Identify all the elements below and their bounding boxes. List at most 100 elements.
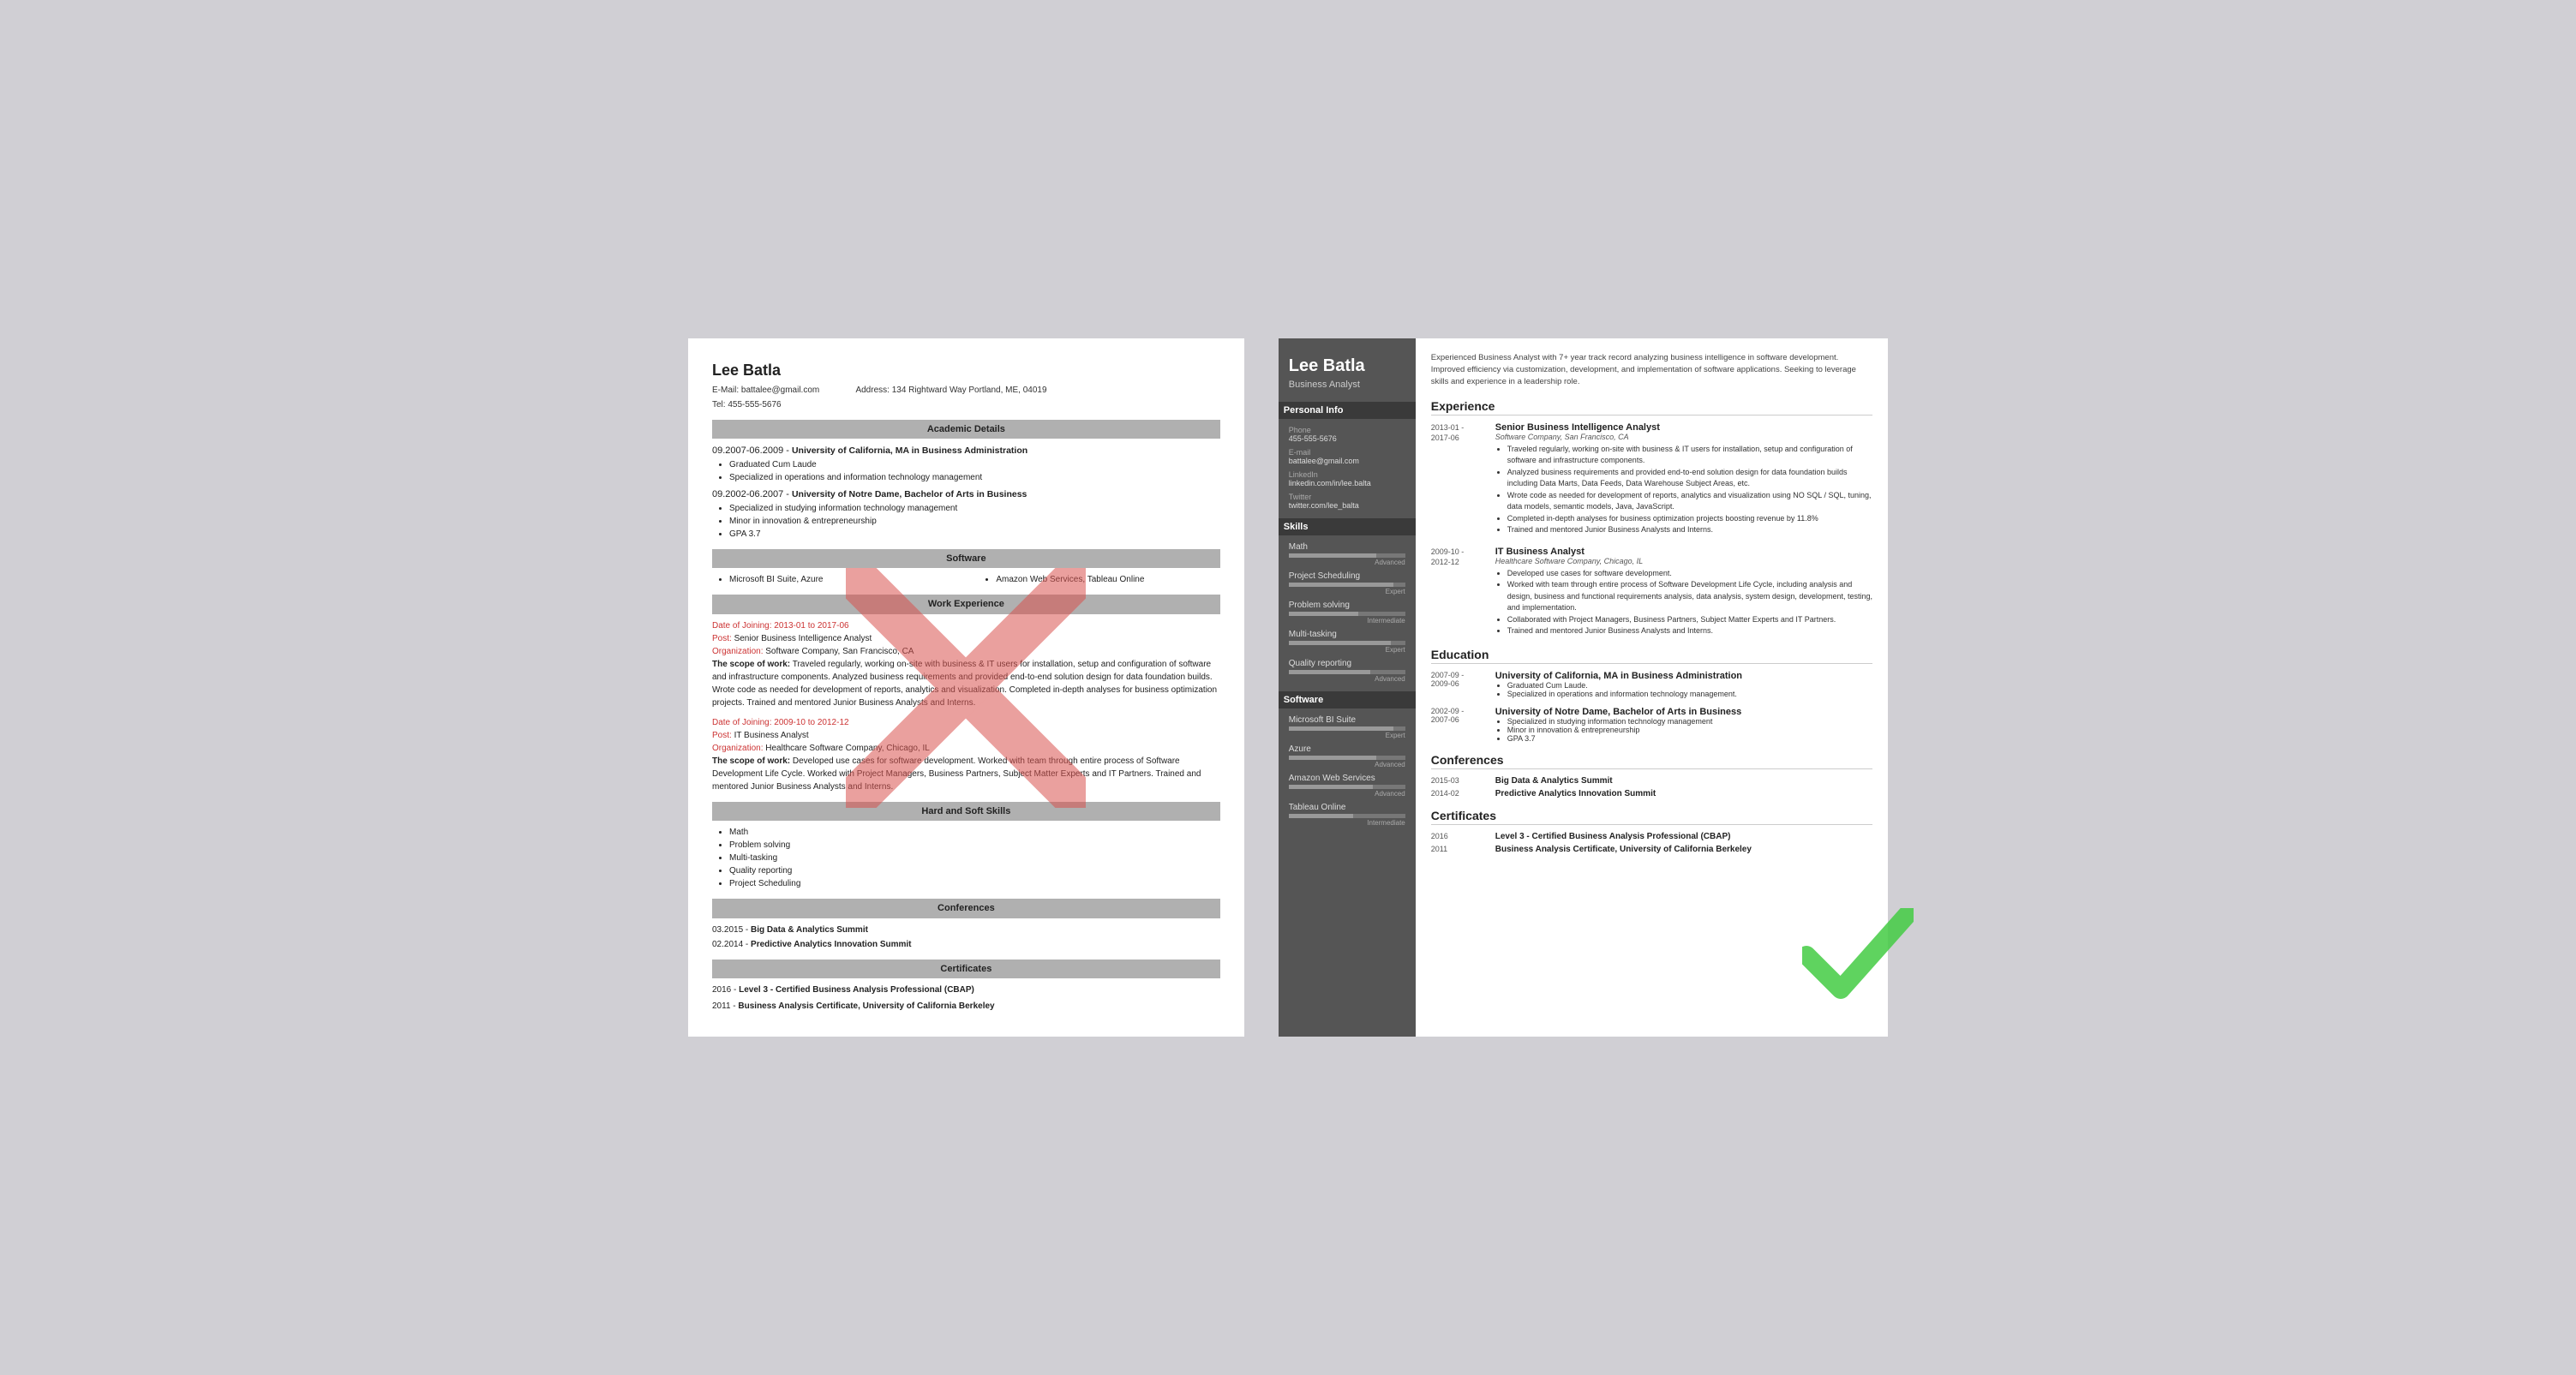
exp-entry-2: 2009-10 - 2012-12 IT Business Analyst He… bbox=[1431, 547, 1872, 637]
left-conf-title: Conferences bbox=[712, 899, 1220, 918]
skill-name-4: Quality reporting bbox=[1289, 659, 1405, 668]
edu2-school: University of Notre Dame, Bachelor of Ar… bbox=[1495, 707, 1742, 717]
exp1-from: 2013-01 - bbox=[1431, 422, 1487, 433]
skill4: Quality reporting bbox=[729, 864, 1220, 877]
exp1-b5: Trained and mentored Junior Business Ana… bbox=[1507, 524, 1872, 536]
right-conf2-date: 2014-02 bbox=[1431, 789, 1487, 798]
exp1-b4: Completed in-depth analyses for business… bbox=[1507, 513, 1872, 525]
edu2-degree: University of Notre Dame, Bachelor of Ar… bbox=[792, 489, 1027, 499]
edu2-b1: Specialized in studying information tech… bbox=[729, 502, 1220, 515]
left-cert-title: Certificates bbox=[712, 960, 1220, 979]
left-work-title: Work Experience bbox=[712, 595, 1220, 614]
software-item-1: Azure Advanced bbox=[1289, 744, 1405, 768]
left-contact: E-Mail: battalee@gmail.com Address: 134 … bbox=[712, 384, 1220, 397]
left-name: Lee Batla bbox=[712, 359, 1220, 382]
edu1-right-detail: University of California, MA in Business… bbox=[1495, 671, 1742, 698]
edu2-rb1: Specialized in studying information tech… bbox=[1507, 717, 1742, 726]
left-conf-1: 03.2015 - Big Data & Analytics Summit bbox=[712, 924, 1220, 936]
edu-right-1: 2007-09 - 2009-06 University of Californ… bbox=[1431, 671, 1872, 698]
conf1-name: Big Data & Analytics Summit bbox=[751, 925, 868, 935]
skill-bar-fill-3 bbox=[1289, 641, 1392, 645]
skill-bar-bg-1 bbox=[1289, 583, 1405, 587]
exp2-b2: Worked with team through entire process … bbox=[1507, 579, 1872, 614]
software-item-3: Tableau Online Intermediate bbox=[1289, 803, 1405, 827]
edu2-right-dates: 2002-09 - 2007-06 bbox=[1431, 707, 1487, 743]
edu1-rb2: Specialized in operations and informatio… bbox=[1507, 690, 1742, 698]
left-tel: Tel: 455-555-5676 bbox=[712, 398, 1220, 411]
right-cert1-year: 2016 bbox=[1431, 832, 1487, 841]
cert1-year: 2016 bbox=[712, 985, 731, 995]
cert-section-title: Certificates bbox=[1431, 809, 1872, 825]
sidebar-title: Business Analyst bbox=[1289, 380, 1405, 390]
work-entry-1: Date of Joining: 2013-01 to 2017-06 Post… bbox=[712, 619, 1220, 709]
work2-post: Post: IT Business Analyst bbox=[712, 729, 1220, 742]
work1-scope: The scope of work: Traveled regularly, w… bbox=[712, 658, 1220, 709]
exp1-to: 2017-06 bbox=[1431, 433, 1487, 444]
right-conf-2: 2014-02 Predictive Analytics Innovation … bbox=[1431, 789, 1872, 798]
left-academic-title: Academic Details bbox=[712, 420, 1220, 439]
skill-bar-bg-2 bbox=[1289, 612, 1405, 616]
sidebar-name: Lee Batla bbox=[1289, 356, 1405, 376]
skill-level-4: Advanced bbox=[1289, 675, 1405, 683]
software-bar-bg-2 bbox=[1289, 785, 1405, 789]
left-conf-2: 02.2014 - Predictive Analytics Innovatio… bbox=[712, 938, 1220, 951]
software-level-3: Intermediate bbox=[1289, 819, 1405, 827]
cert1-name: Level 3 - Certified Business Analysis Pr… bbox=[739, 985, 974, 995]
edu1-b2: Specialized in operations and informatio… bbox=[729, 471, 1220, 484]
main-container: Lee Batla E-Mail: battalee@gmail.com Add… bbox=[688, 338, 1888, 1037]
skill-bar-fill-2 bbox=[1289, 612, 1359, 616]
twitter-label: Twitter bbox=[1289, 493, 1405, 501]
work2-scope: The scope of work: Developed use cases f… bbox=[712, 755, 1220, 793]
software-bar-fill-2 bbox=[1289, 785, 1373, 789]
software-name-2: Amazon Web Services bbox=[1289, 774, 1405, 783]
conf2-name: Predictive Analytics Innovation Summit bbox=[751, 940, 911, 949]
sidebar-software-header: Software bbox=[1279, 691, 1416, 708]
skill-item-3: Multi-tasking Expert bbox=[1289, 630, 1405, 654]
conf-section-title: Conferences bbox=[1431, 753, 1872, 769]
edu1-right-to: 2009-06 bbox=[1431, 679, 1487, 688]
exp-entry-1: 2013-01 - 2017-06 Senior Business Intell… bbox=[1431, 422, 1872, 536]
skill-name-3: Multi-tasking bbox=[1289, 630, 1405, 639]
skill-bar-fill-1 bbox=[1289, 583, 1393, 587]
skill-name-2: Problem solving bbox=[1289, 601, 1405, 610]
cert2-name: Business Analysis Certificate, Universit… bbox=[738, 1001, 994, 1011]
skill-level-3: Expert bbox=[1289, 646, 1405, 654]
edu1-rb1: Graduated Cum Laude. bbox=[1507, 681, 1742, 690]
software-item-2: Amazon Web Services Advanced bbox=[1289, 774, 1405, 798]
conf1-date: 03.2015 bbox=[712, 925, 743, 935]
linkedin-label: LinkedIn bbox=[1289, 470, 1405, 479]
exp2-bullets: Developed use cases for software develop… bbox=[1507, 568, 1872, 637]
edu-entry-2: 09.2002-06.2007 - University of Notre Da… bbox=[712, 487, 1220, 541]
edu2-right-from: 2002-09 - bbox=[1431, 707, 1487, 715]
exp1-b2: Analyzed business requirements and provi… bbox=[1507, 467, 1872, 490]
edu1-school: University of California, MA in Business… bbox=[1495, 671, 1742, 681]
sidebar: Lee Batla Business Analyst Personal Info… bbox=[1279, 338, 1416, 1037]
skill-level-1: Expert bbox=[1289, 588, 1405, 595]
resume-left: Lee Batla E-Mail: battalee@gmail.com Add… bbox=[688, 338, 1244, 1037]
edu2-right-to: 2007-06 bbox=[1431, 715, 1487, 724]
software-bar-bg-3 bbox=[1289, 814, 1405, 818]
left-cert-1: 2016 - Level 3 - Certified Business Anal… bbox=[712, 983, 1220, 996]
left-software-cols: Microsoft BI Suite, Azure Amazon Web Ser… bbox=[712, 573, 1220, 586]
right-cert2-year: 2011 bbox=[1431, 845, 1487, 854]
exp2-b4: Trained and mentored Junior Business Ana… bbox=[1507, 625, 1872, 637]
edu2-b3: GPA 3.7 bbox=[729, 528, 1220, 541]
sw2: Amazon Web Services, Tableau Online bbox=[996, 573, 1219, 586]
software-bar-fill-3 bbox=[1289, 814, 1353, 818]
right-conf1-date: 2015-03 bbox=[1431, 776, 1487, 786]
exp1-b1: Traveled regularly, working on-site with… bbox=[1507, 444, 1872, 467]
skill-name-0: Math bbox=[1289, 542, 1405, 552]
exp1-bullets: Traveled regularly, working on-site with… bbox=[1507, 444, 1872, 536]
exp2-from: 2009-10 - bbox=[1431, 547, 1487, 558]
skill-bar-bg-0 bbox=[1289, 553, 1405, 558]
right-conf-1: 2015-03 Big Data & Analytics Summit bbox=[1431, 776, 1872, 786]
phone-value: 455-555-5676 bbox=[1289, 434, 1405, 443]
conf2-date: 02.2014 bbox=[712, 940, 743, 949]
right-conf2-name: Predictive Analytics Innovation Summit bbox=[1495, 789, 1656, 798]
software-level-0: Expert bbox=[1289, 732, 1405, 739]
edu2-bullets: Specialized in studying information tech… bbox=[729, 502, 1220, 541]
edu-right-2: 2002-09 - 2007-06 University of Notre Da… bbox=[1431, 707, 1872, 743]
software-level-2: Advanced bbox=[1289, 790, 1405, 798]
skill-item-4: Quality reporting Advanced bbox=[1289, 659, 1405, 683]
software-bars-container: Microsoft BI Suite Expert Azure Advanced… bbox=[1289, 715, 1405, 827]
